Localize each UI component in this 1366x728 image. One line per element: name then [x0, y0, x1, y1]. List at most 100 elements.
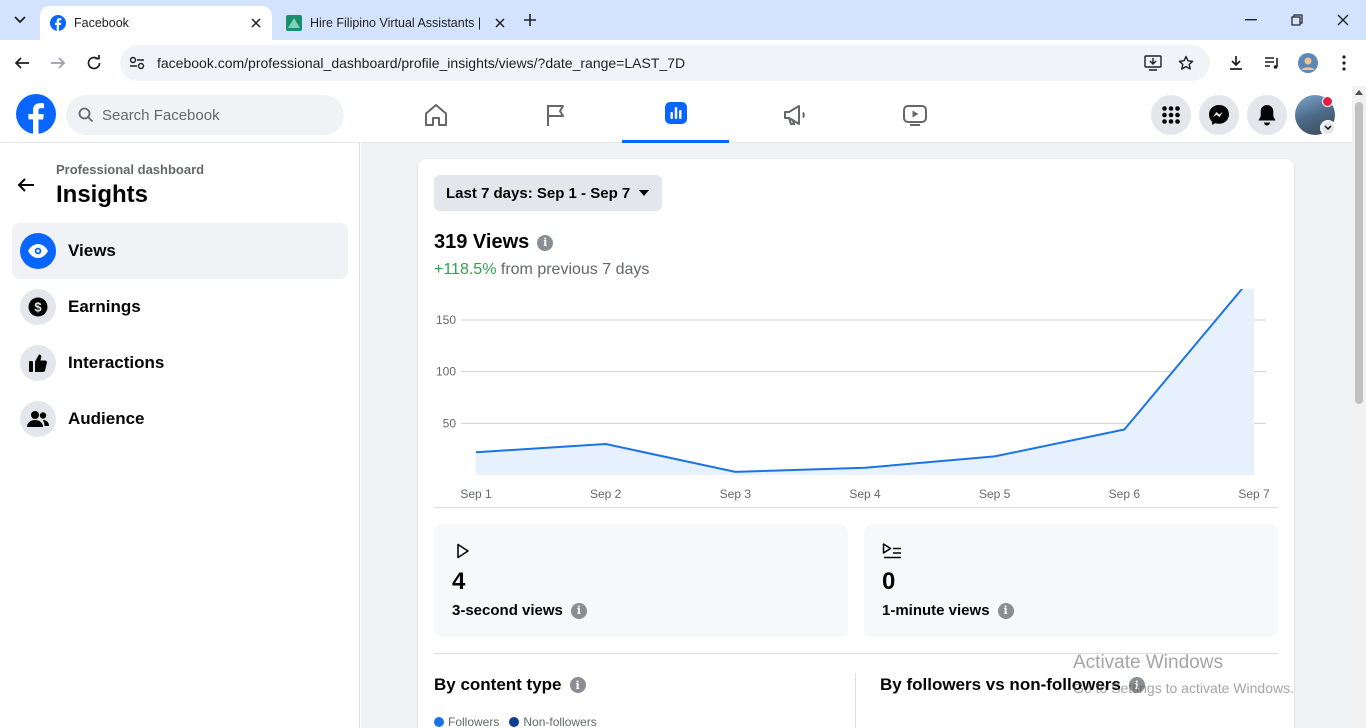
eye-icon: [20, 233, 56, 269]
sidebar-item-label: Earnings: [68, 297, 141, 316]
reload-icon[interactable]: [82, 51, 106, 75]
home-icon: [424, 103, 447, 126]
facebook-favicon-icon: [50, 15, 66, 31]
svg-text:$: $: [34, 300, 42, 315]
x-tick-label: Sep 4: [849, 487, 881, 501]
bookmark-star-icon[interactable]: [1177, 54, 1195, 72]
divider: [434, 507, 1278, 508]
site-settings-icon[interactable]: [128, 54, 146, 72]
section-title-content-type: By content type i: [434, 675, 586, 695]
views-card: Last 7 days: Sep 1 - Sep 7 319 Views i +…: [418, 159, 1294, 728]
stat-label-text: 3-second views: [452, 602, 563, 619]
close-window-icon[interactable]: [1331, 8, 1355, 32]
y-tick-label: 150: [436, 313, 456, 327]
browser-menu-icon[interactable]: [1332, 51, 1356, 75]
views-total: 319 Views i: [434, 231, 554, 254]
info-icon[interactable]: i: [537, 234, 554, 251]
divider: [434, 653, 1278, 654]
scroll-up-arrow-icon[interactable]: [1355, 90, 1363, 95]
x-tick-label: Sep 1: [460, 487, 492, 501]
install-app-icon[interactable]: [1144, 54, 1162, 72]
sidebar-item-interactions[interactable]: Interactions: [12, 335, 348, 391]
breadcrumb[interactable]: Professional dashboard: [56, 162, 204, 177]
page-scrollbar[interactable]: [1352, 86, 1366, 728]
play-icon: [457, 543, 469, 559]
legend-label-non-followers: Non-followers: [523, 715, 597, 728]
site-favicon-icon: [286, 15, 302, 31]
megaphone-icon: [783, 104, 805, 125]
stat-value: 0: [882, 568, 896, 595]
thumbs-up-icon: [20, 345, 56, 381]
y-tick-label: 100: [436, 365, 456, 379]
account-chevron-down-icon[interactable]: [1320, 120, 1336, 136]
search-input[interactable]: [102, 106, 302, 124]
date-range-label: Last 7 days: Sep 1 - Sep 7: [446, 184, 631, 202]
notifications-button[interactable]: [1247, 95, 1287, 135]
chart-legend: Followers Non-followers: [434, 715, 597, 728]
dollar-icon: $: [20, 289, 56, 325]
info-icon[interactable]: i: [1128, 677, 1145, 693]
browser-tab-strip: Facebook Hire Filipino Virtual Assistant…: [0, 0, 1366, 40]
back-icon[interactable]: [10, 51, 34, 75]
messenger-icon: [1209, 105, 1229, 125]
legend-label-followers: Followers: [448, 715, 500, 728]
views-change: +118.5% from previous 7 days: [434, 261, 649, 279]
views-total-value: 319 Views: [434, 231, 530, 253]
stat-3-second-views: 4 3-second views i: [434, 524, 848, 637]
media-control-icon[interactable]: [1260, 51, 1284, 75]
date-range-dropdown[interactable]: Last 7 days: Sep 1 - Sep 7: [434, 175, 663, 211]
new-tab-plus-icon[interactable]: [520, 10, 540, 30]
minimize-icon[interactable]: [1239, 8, 1263, 32]
sidebar-item-audience[interactable]: Audience: [12, 391, 348, 447]
nav-tab-video[interactable]: [861, 86, 968, 143]
browser-tab-hire-filipino[interactable]: Hire Filipino Virtual Assistants |: [276, 6, 516, 40]
nav-tab-home[interactable]: [382, 86, 489, 143]
facebook-header: [0, 86, 1352, 143]
grid-menu-icon: [1162, 106, 1180, 124]
stat-value: 4: [452, 568, 466, 595]
downloads-icon[interactable]: [1224, 51, 1248, 75]
forward-icon[interactable]: [46, 51, 70, 75]
notification-dot: [1322, 96, 1333, 107]
url-text: facebook.com/professional_dashboard/prof…: [157, 55, 686, 71]
legend-dot-followers: [434, 717, 444, 727]
stat-label: 1-minute views i: [882, 602, 1014, 619]
tab-close-icon[interactable]: [492, 15, 508, 31]
insights-icon: [664, 102, 687, 124]
section-title-followers: By followers vs non-followers i: [880, 675, 1145, 695]
tab-title: Facebook: [74, 16, 129, 30]
vertical-divider: [855, 673, 856, 728]
back-arrow-icon[interactable]: [14, 173, 38, 197]
restore-icon[interactable]: [1285, 8, 1309, 32]
nav-tab-pages[interactable]: [502, 86, 609, 143]
tab-search-button[interactable]: [8, 8, 32, 32]
legend-dot-non-followers: [509, 717, 520, 727]
page-title: Insights: [56, 181, 149, 208]
messenger-button[interactable]: [1199, 95, 1239, 135]
info-icon[interactable]: i: [570, 602, 587, 619]
sidebar-item-earnings[interactable]: $ Earnings: [12, 279, 348, 335]
nav-tab-insights[interactable]: [622, 86, 729, 143]
change-percent: +118.5%: [434, 261, 497, 278]
address-bar[interactable]: facebook.com/professional_dashboard/prof…: [120, 45, 1210, 81]
facebook-logo-icon[interactable]: [16, 94, 56, 134]
playlist-icon: [882, 543, 901, 559]
x-tick-label: Sep 5: [979, 487, 1011, 501]
y-tick-label: 50: [443, 416, 457, 430]
search-icon: [78, 107, 94, 123]
info-icon[interactable]: i: [569, 677, 586, 693]
menu-button[interactable]: [1151, 95, 1191, 135]
sidebar-item-label: Audience: [68, 409, 145, 428]
browser-profile-icon[interactable]: [1296, 51, 1320, 75]
browser-tab-facebook[interactable]: Facebook: [40, 6, 272, 40]
sidebar-item-label: Interactions: [68, 353, 165, 372]
nav-tab-ads[interactable]: [741, 86, 848, 143]
sidebar-item-views[interactable]: Views: [12, 223, 348, 279]
info-icon[interactable]: i: [997, 602, 1014, 619]
caret-down-icon: [639, 190, 650, 196]
sidebar-item-label: Views: [68, 241, 116, 260]
people-icon: [20, 401, 56, 437]
facebook-search-box[interactable]: [66, 95, 344, 135]
scrollbar-thumb[interactable]: [1355, 102, 1363, 404]
tab-close-icon[interactable]: [248, 15, 264, 31]
